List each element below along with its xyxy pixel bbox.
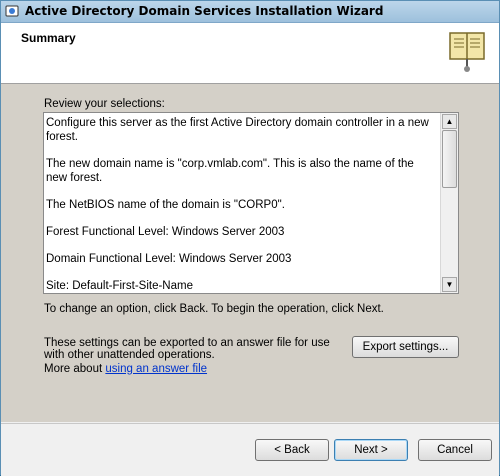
chevron-down-icon: ▼: [445, 280, 454, 289]
wizard-header: Summary: [1, 23, 499, 84]
scroll-down-button[interactable]: ▼: [442, 277, 457, 292]
page-title: Summary: [21, 31, 76, 45]
scroll-up-button[interactable]: ▲: [442, 114, 457, 129]
more-about-prefix: More about: [44, 363, 106, 375]
chevron-up-icon: ▲: [445, 117, 454, 126]
ad-wizard-icon: [5, 5, 19, 17]
summary-textbox[interactable]: Configure this server as the first Activ…: [43, 112, 459, 294]
title-bar[interactable]: Active Directory Domain Services Install…: [1, 1, 499, 23]
vertical-scrollbar[interactable]: ▲ ▼: [440, 113, 458, 293]
change-option-text: To change an option, click Back. To begi…: [44, 303, 384, 315]
scroll-thumb[interactable]: [442, 130, 457, 188]
back-button[interactable]: < Back: [255, 439, 329, 461]
open-book-icon: [449, 32, 485, 72]
next-button[interactable]: Next >: [334, 439, 408, 461]
window-title: Active Directory Domain Services Install…: [25, 4, 384, 18]
cancel-button[interactable]: Cancel: [418, 439, 492, 461]
export-description: These settings can be exported to an ans…: [44, 337, 330, 361]
review-selections-label: Review your selections:: [44, 98, 165, 110]
summary-line: Domain Functional Level: Windows Server …: [46, 253, 292, 265]
summary-line: Configure this server as the first Activ…: [46, 117, 429, 143]
summary-line: The new domain name is "corp.vmlab.com".…: [46, 158, 414, 184]
summary-text: Configure this server as the first Activ…: [46, 116, 438, 293]
more-about-text: More about using an answer file: [44, 363, 207, 375]
answer-file-link[interactable]: using an answer file: [105, 363, 207, 375]
summary-line: Site: Default-First-Site-Name: [46, 280, 193, 292]
export-settings-button[interactable]: Export settings...: [352, 336, 459, 358]
wizard-window: Active Directory Domain Services Install…: [0, 0, 500, 476]
summary-line: Forest Functional Level: Windows Server …: [46, 226, 285, 238]
summary-line: The NetBIOS name of the domain is "CORP0…: [46, 199, 285, 211]
